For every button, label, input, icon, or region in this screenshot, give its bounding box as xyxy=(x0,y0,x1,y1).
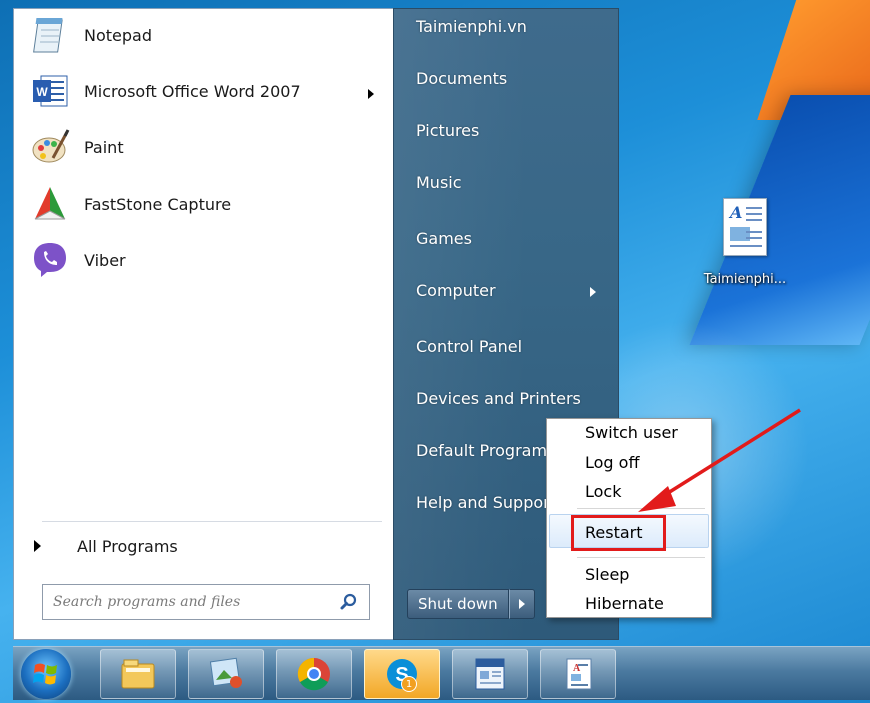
program-label: Viber xyxy=(84,250,126,270)
taskbar-document[interactable]: A xyxy=(540,649,616,699)
chevron-right-icon[interactable] xyxy=(590,287,596,297)
search-icon[interactable] xyxy=(339,592,359,612)
shutdown-button[interactable]: Shut down xyxy=(407,589,509,619)
menu-item-documents[interactable]: Documents xyxy=(416,69,507,88)
chevron-right-icon[interactable] xyxy=(368,89,374,99)
menu-item-pictures[interactable]: Pictures xyxy=(416,121,479,140)
notification-badge: 1 xyxy=(401,676,417,692)
taskbar-explorer[interactable] xyxy=(100,649,176,699)
program-label: Microsoft Office Word 2007 xyxy=(84,81,301,101)
menu-item-devices-printers[interactable]: Devices and Printers xyxy=(416,389,581,408)
chrome-icon xyxy=(297,657,330,691)
search-input[interactable] xyxy=(53,594,339,610)
menu-item-help-support[interactable]: Help and Support xyxy=(416,493,556,512)
start-button[interactable] xyxy=(21,649,71,699)
taskbar: S 1 A xyxy=(13,646,870,700)
taskbar-skype[interactable]: S 1 xyxy=(364,649,440,699)
all-programs-button[interactable]: All Programs xyxy=(34,531,178,561)
faststone-icon xyxy=(28,182,72,226)
menu-item-default-programs[interactable]: Default Programs xyxy=(416,441,555,460)
desktop-file-icon[interactable]: A Taimienphi... xyxy=(690,198,800,287)
program-label: FastStone Capture xyxy=(84,194,232,214)
power-item-hibernate[interactable]: Hibernate xyxy=(585,594,664,613)
desktop-file-label: Taimienphi... xyxy=(703,272,787,287)
shutdown-options-button[interactable] xyxy=(508,589,535,619)
triangle-right-icon xyxy=(34,540,41,552)
power-item-sleep[interactable]: Sleep xyxy=(585,565,629,584)
power-options-menu: Switch user Log off Lock Restart Sleep H… xyxy=(546,418,712,618)
viber-icon xyxy=(28,238,72,282)
notepad-icon xyxy=(28,13,72,57)
explorer-icon xyxy=(121,659,155,689)
power-item-log-off[interactable]: Log off xyxy=(585,453,639,472)
highlight-box xyxy=(571,515,666,551)
program-item-paint[interactable]: Paint xyxy=(28,123,124,171)
program-item-notepad[interactable]: Notepad xyxy=(28,11,152,59)
taskbar-chrome[interactable] xyxy=(276,649,352,699)
shutdown-control: Shut down xyxy=(407,589,535,619)
program-label: Notepad xyxy=(84,25,152,45)
divider xyxy=(577,557,705,558)
divider xyxy=(577,508,705,509)
menu-item-games[interactable]: Games xyxy=(416,229,472,248)
program-item-word[interactable]: W Microsoft Office Word 2007 xyxy=(28,67,301,115)
chevron-right-icon xyxy=(518,599,525,609)
start-menu-programs-pane: Notepad W Microsoft Office Word 2007 Pai… xyxy=(13,8,393,640)
divider xyxy=(42,521,382,522)
document-icon: A xyxy=(723,198,767,256)
word-icon: W xyxy=(28,69,72,113)
search-box[interactable] xyxy=(42,584,370,620)
power-item-lock[interactable]: Lock xyxy=(585,482,621,501)
menu-item-music[interactable]: Music xyxy=(416,173,462,192)
menu-item-computer[interactable]: Computer xyxy=(416,281,496,300)
taskbar-news[interactable] xyxy=(452,649,528,699)
document-icon: A xyxy=(566,658,592,690)
news-icon xyxy=(475,658,505,690)
taskbar-photo-viewer[interactable] xyxy=(188,649,264,699)
menu-item-control-panel[interactable]: Control Panel xyxy=(416,337,522,356)
power-item-switch-user[interactable]: Switch user xyxy=(585,423,678,442)
photo-viewer-icon xyxy=(209,657,242,688)
svg-text:W: W xyxy=(36,85,48,99)
program-item-viber[interactable]: Viber xyxy=(28,236,126,284)
program-label: Paint xyxy=(84,137,124,157)
windows-logo-icon xyxy=(33,663,57,685)
paint-icon xyxy=(28,125,72,169)
program-item-faststone[interactable]: FastStone Capture xyxy=(28,180,231,228)
all-programs-label: All Programs xyxy=(77,536,178,556)
menu-item-user-folder[interactable]: Taimienphi.vn xyxy=(416,17,527,36)
